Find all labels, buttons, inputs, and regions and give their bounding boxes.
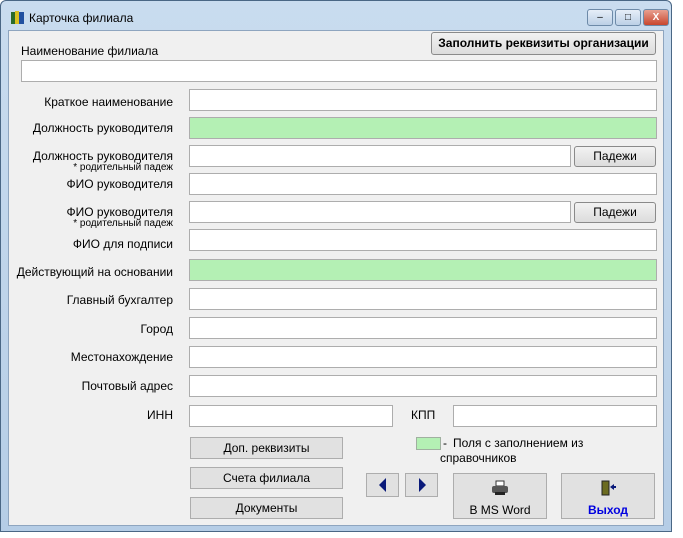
next-button[interactable]: [405, 473, 438, 497]
head-position-cases-button[interactable]: Падежи: [574, 146, 656, 167]
city-input[interactable]: [189, 317, 657, 339]
export-word-label: В MS Word: [469, 503, 531, 517]
postal-address-label: Почтовый адрес: [81, 379, 173, 393]
kpp-input[interactable]: [453, 405, 657, 427]
branch-name-label: Наименование филиала: [21, 44, 159, 58]
head-position-gen-label: Должность руководителя * родительный паде…: [33, 149, 173, 173]
legend-swatch: [416, 437, 441, 450]
arrow-left-icon: [378, 478, 386, 492]
location-input[interactable]: [189, 346, 657, 368]
arrow-right-icon: [418, 478, 426, 492]
close-button[interactable]: X: [643, 9, 669, 26]
city-label: Город: [140, 322, 173, 336]
export-word-button[interactable]: В MS Word: [453, 473, 547, 519]
head-name-input[interactable]: [189, 173, 657, 195]
head-name-label: ФИО руководителя: [66, 177, 173, 191]
head-position-label: Должность руководителя: [32, 121, 173, 135]
head-name-gen-text: ФИО руководителя: [66, 205, 173, 219]
inn-label: ИНН: [147, 408, 173, 422]
minimize-button[interactable]: –: [587, 9, 613, 26]
head-position-gen-input[interactable]: [189, 145, 571, 167]
genitive-note: * родительный падеж: [73, 162, 173, 173]
documents-button[interactable]: Документы: [190, 497, 343, 519]
signature-name-input[interactable]: [189, 229, 657, 251]
kpp-label: КПП: [411, 408, 436, 422]
exit-button[interactable]: Выход: [561, 473, 655, 519]
acting-basis-label: Действующий на основании: [16, 265, 173, 279]
legend-text: Поля с заполнением из справочников: [440, 436, 584, 465]
inn-input[interactable]: [189, 405, 393, 427]
location-label: Местонахождение: [70, 350, 173, 364]
maximize-button[interactable]: □: [615, 9, 641, 26]
genitive-note: * родительный падеж: [73, 218, 173, 229]
window-title: Карточка филиала: [29, 11, 134, 25]
head-position-gen-text: Должность руководителя: [32, 149, 173, 163]
books-icon: [11, 11, 24, 24]
head-position-input[interactable]: [189, 117, 657, 139]
short-name-input[interactable]: [189, 89, 657, 111]
head-name-gen-input[interactable]: [189, 201, 571, 223]
chief-accountant-input[interactable]: [189, 288, 657, 310]
acting-basis-input[interactable]: [189, 259, 657, 281]
extra-details-button[interactable]: Доп. реквизиты: [190, 437, 343, 459]
head-name-cases-button[interactable]: Падежи: [574, 202, 656, 223]
printer-icon: [492, 480, 508, 495]
signature-name-label: ФИО для подписи: [72, 237, 173, 251]
exit-door-icon: [601, 480, 616, 496]
postal-address-input[interactable]: [189, 375, 657, 397]
short-name-label: Краткое наименование: [44, 95, 173, 109]
branch-accounts-button[interactable]: Счета филиала: [190, 467, 343, 489]
exit-label: Выход: [587, 503, 629, 517]
chief-accountant-label: Главный бухгалтер: [66, 293, 173, 307]
head-name-gen-label: ФИО руководителя * родительный падеж: [66, 205, 173, 229]
branch-name-input[interactable]: [21, 60, 657, 82]
fill-org-details-button[interactable]: Заполнить реквизиты организации: [431, 32, 656, 55]
previous-button[interactable]: [366, 473, 399, 497]
